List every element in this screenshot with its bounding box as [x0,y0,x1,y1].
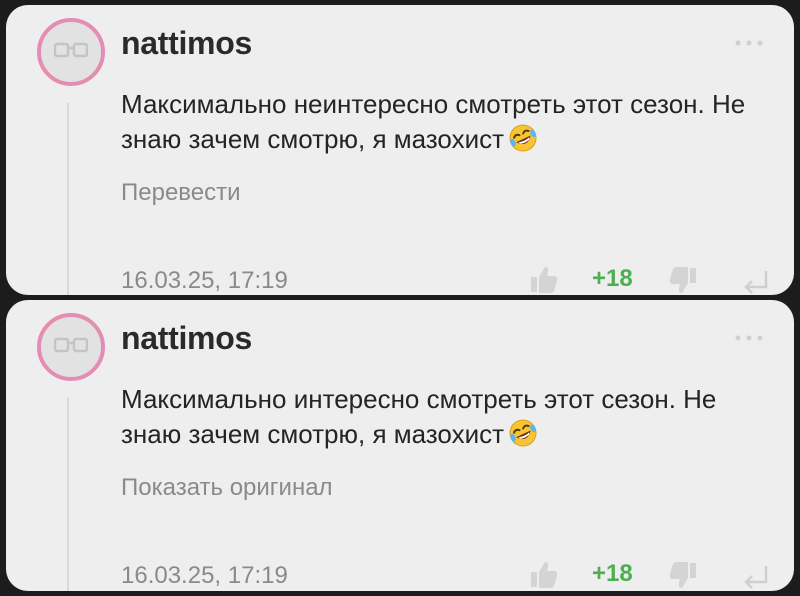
reply-icon[interactable] [739,560,771,591]
more-options-icon[interactable] [734,334,764,342]
thumbs-down-icon[interactable] [668,264,700,295]
username[interactable]: nattimos [121,25,252,62]
avatar[interactable] [37,18,105,86]
comment-card: nattimos Максимально интересно смотреть … [6,300,794,591]
glasses-icon [54,42,88,58]
comment-text: Максимально интересно смотреть этот сезо… [121,382,761,452]
translate-link[interactable]: Перевести [121,179,241,207]
thumbs-down-icon[interactable] [668,559,700,591]
comment-body: Максимально интересно смотреть этот сезо… [121,384,717,449]
avatar[interactable] [37,313,105,381]
more-options-icon[interactable] [734,39,764,47]
vote-score: +18 [592,265,633,292]
thread-line [67,398,69,591]
timestamp: 16.03.25, 17:19 [121,562,288,589]
thumbs-up-icon[interactable] [527,559,559,591]
rolling-on-floor-laughing-icon [509,419,537,447]
comment-text: Максимально неинтересно смотреть этот се… [121,87,761,157]
reply-icon[interactable] [739,265,771,295]
thumbs-up-icon[interactable] [527,264,559,295]
vote-score: +18 [592,560,633,587]
timestamp: 16.03.25, 17:19 [121,267,288,294]
comment-body: Максимально неинтересно смотреть этот се… [121,89,746,154]
glasses-icon [54,337,88,353]
rolling-on-floor-laughing-icon [509,124,537,152]
show-original-link[interactable]: Показать оригинал [121,474,333,502]
comment-card: nattimos Максимально неинтересно смотрет… [6,5,794,295]
username[interactable]: nattimos [121,320,252,357]
thread-line [67,103,69,295]
